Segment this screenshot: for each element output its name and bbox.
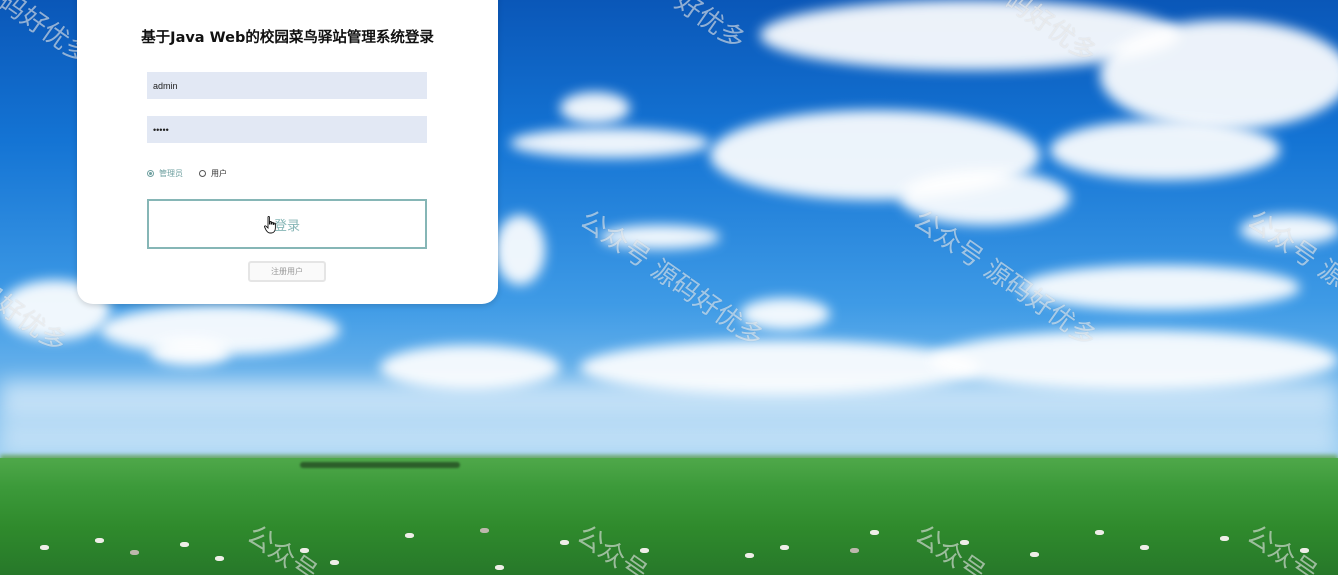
sheep — [300, 548, 309, 553]
register-button-label: 注册用户 — [271, 267, 303, 276]
radio-unchecked-icon — [199, 169, 206, 177]
cloud — [740, 298, 830, 330]
role-radio-label: 用户 — [211, 168, 227, 178]
username-input[interactable] — [147, 72, 427, 99]
sheep — [95, 538, 104, 543]
cloud — [560, 92, 630, 124]
sheep — [130, 550, 139, 555]
sheep — [1140, 545, 1149, 550]
sheep — [215, 556, 224, 561]
hand-cursor-icon — [264, 216, 276, 234]
sheep — [1095, 530, 1104, 535]
sheep — [870, 530, 879, 535]
cloud — [495, 215, 545, 285]
role-radio-admin[interactable]: 管理员 — [147, 168, 183, 179]
sheep — [480, 528, 489, 533]
role-radio-label: 管理员 — [159, 168, 183, 178]
cloud — [1020, 265, 1300, 310]
register-button[interactable]: 注册用户 — [248, 261, 326, 282]
sheep — [405, 533, 414, 538]
role-radio-group: 管理员 用户 — [147, 166, 243, 180]
sheep — [1220, 536, 1229, 541]
sheep — [180, 542, 189, 547]
password-input[interactable] — [147, 116, 427, 143]
tree-line — [300, 462, 460, 468]
login-card: 基于Java Web的校园菜鸟驿站管理系统登录 管理员 用户 登录 注册用户 — [77, 0, 498, 304]
sheep — [850, 548, 859, 553]
sheep — [40, 545, 49, 550]
sheep — [1300, 548, 1309, 553]
cloud — [510, 128, 710, 158]
grass-field — [0, 458, 1338, 575]
sheep — [560, 540, 569, 545]
role-radio-user[interactable]: 用户 — [199, 168, 227, 179]
sheep — [1030, 552, 1039, 557]
cloud — [1050, 120, 1280, 180]
sheep — [780, 545, 789, 550]
sheep — [495, 565, 504, 570]
sheep — [745, 553, 754, 558]
login-button[interactable]: 登录 — [147, 199, 427, 249]
cloud — [1240, 215, 1338, 245]
cloud — [1100, 20, 1338, 130]
sheep — [330, 560, 339, 565]
cloud — [900, 170, 1070, 225]
cloud — [600, 225, 720, 249]
login-title: 基于Java Web的校园菜鸟驿站管理系统登录 — [141, 30, 434, 46]
sheep — [960, 540, 969, 545]
cloud — [150, 338, 230, 366]
sheep — [640, 548, 649, 553]
radio-checked-icon — [147, 169, 154, 177]
